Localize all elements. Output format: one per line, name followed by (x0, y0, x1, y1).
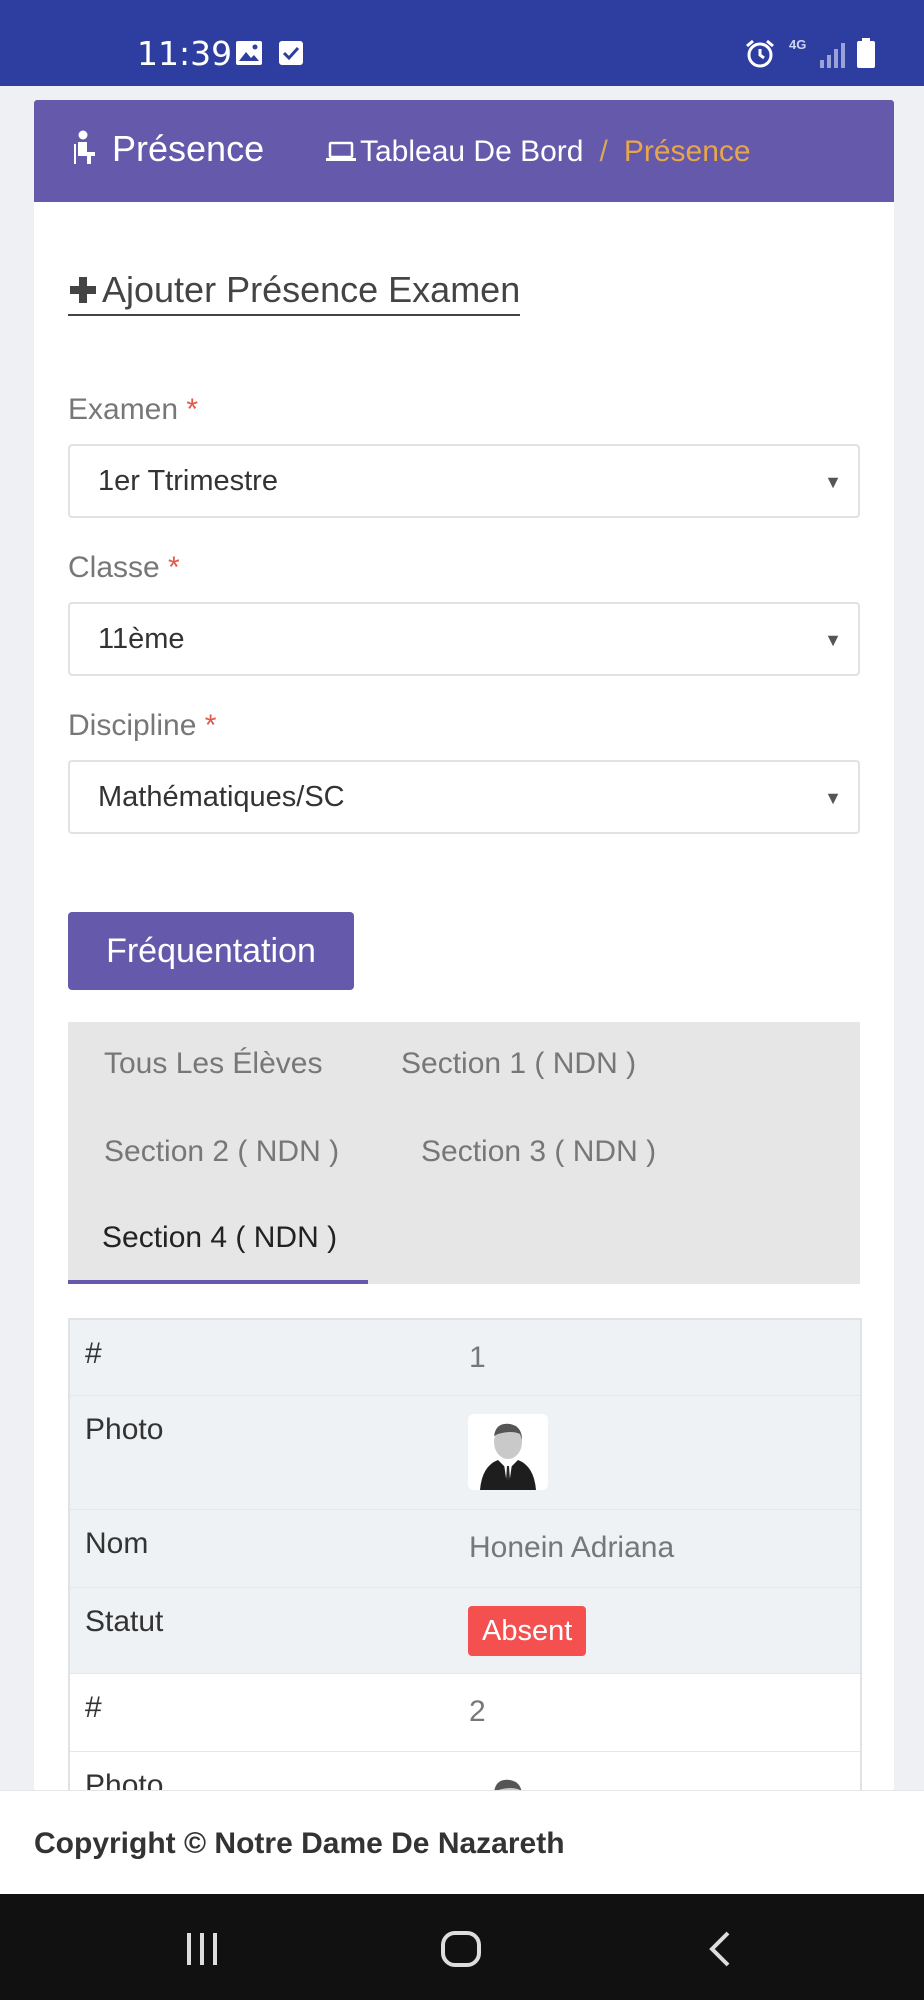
discipline-label-text: Discipline (68, 709, 197, 742)
frequentation-button[interactable]: Fréquentation (68, 912, 354, 990)
status-time: 11:39 (137, 34, 233, 73)
name-key: Nom (85, 1527, 149, 1560)
status-badge: Absent (468, 1606, 587, 1656)
student-photo (468, 1414, 548, 1490)
tab-section-1[interactable]: Section 1 ( NDN ) (401, 1044, 636, 1084)
add-presence-label: Ajouter Présence Examen (102, 269, 521, 310)
chevron-down-icon: ▼ (824, 788, 842, 808)
checkbox-icon (279, 41, 303, 65)
discipline-select[interactable]: Mathématiques/SC ▼ (68, 760, 860, 834)
examen-label-text: Examen (68, 393, 179, 426)
system-nav-bar (0, 1894, 924, 2000)
examen-select[interactable]: 1er Ttrimestre ▼ (68, 444, 860, 518)
battery-icon (857, 38, 875, 68)
examen-label: Examen * (68, 392, 198, 428)
breadcrumb-home-link[interactable]: Tableau De Bord (360, 135, 583, 168)
breadcrumb: Tableau De Bord / Présence (326, 132, 751, 172)
table-row: Nom Honein Adriana (70, 1510, 860, 1588)
photo-key: Photo (85, 1413, 164, 1446)
breadcrumb-separator: / (599, 135, 608, 168)
back-icon[interactable] (706, 1930, 734, 1968)
student-name: Honein Adriana (469, 1531, 675, 1564)
num-key: # (85, 1691, 102, 1724)
chevron-down-icon: ▼ (824, 472, 842, 492)
plus-icon (70, 277, 96, 303)
tab-section-3[interactable]: Section 3 ( NDN ) (421, 1132, 656, 1172)
tab-section-2[interactable]: Section 2 ( NDN ) (104, 1132, 339, 1172)
classe-label: Classe * (68, 550, 180, 586)
num-value: 1 (469, 1341, 486, 1374)
required-mark: * (186, 393, 199, 426)
alarm-icon (746, 39, 774, 68)
examen-select-value: 1er Ttrimestre (98, 465, 278, 497)
copyright-text: Copyright © Notre Dame De Nazareth (34, 1827, 565, 1860)
network-label: 4G (789, 37, 807, 52)
classe-select[interactable]: 11ème ▼ (68, 602, 860, 676)
breadcrumb-current: Présence (623, 135, 751, 168)
active-tab-indicator (68, 1280, 368, 1284)
required-mark: * (168, 551, 180, 584)
classe-label-text: Classe (68, 551, 160, 584)
section-tabs: Tous Les Élèves Section 1 ( NDN ) Sectio… (68, 1022, 860, 1284)
signal-icon (820, 43, 845, 68)
table-row: # 1 (70, 1320, 860, 1396)
laptop-icon (326, 141, 356, 161)
gallery-icon (236, 41, 262, 65)
table-row: Statut Absent (70, 1588, 860, 1674)
status-bar: 11:39 4G (0, 0, 924, 86)
table-row: # 2 (70, 1674, 860, 1752)
home-icon[interactable] (440, 1930, 482, 1968)
status-key: Statut (85, 1605, 164, 1638)
discipline-label: Discipline * (68, 708, 216, 744)
discipline-select-value: Mathématiques/SC (98, 781, 345, 813)
person-seated-icon (74, 130, 95, 164)
add-presence-link[interactable]: Ajouter Présence Examen (68, 268, 521, 316)
card-header: Présence Tableau De Bord / Présence (34, 100, 894, 202)
num-value: 2 (469, 1695, 486, 1728)
page-title: Présence (112, 128, 265, 169)
presence-card: Présence Tableau De Bord / Présence Ajoute… (34, 100, 894, 1918)
num-key: # (85, 1337, 102, 1370)
footer: Copyright © Notre Dame De Nazareth (0, 1790, 924, 1894)
avatar-icon (480, 1423, 536, 1490)
chevron-down-icon: ▼ (824, 630, 842, 650)
classe-select-value: 11ème (98, 623, 185, 655)
recent-apps-icon[interactable] (184, 1930, 220, 1966)
tab-all-students[interactable]: Tous Les Élèves (104, 1044, 322, 1084)
tab-section-4[interactable]: Section 4 ( NDN ) (102, 1218, 337, 1258)
table-row: Photo (70, 1396, 860, 1510)
required-mark: * (204, 709, 217, 742)
